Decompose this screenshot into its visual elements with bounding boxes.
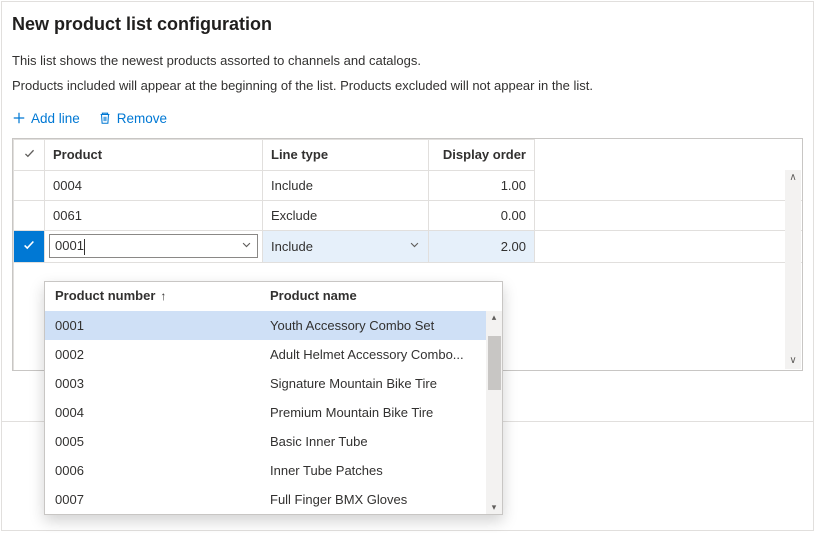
product-input-value: 0001 (55, 238, 241, 255)
scroll-up-arrow-icon[interactable]: ▴ (492, 313, 497, 322)
table-row[interactable]: 0004 Include 1.00 (14, 170, 803, 200)
product-lookup-input[interactable]: 0001 (49, 234, 258, 258)
dropdown-col-number-label: Product number (55, 288, 155, 303)
dropdown-item-name: Adult Helmet Accessory Combo... (270, 347, 492, 362)
dropdown-item-number: 0002 (55, 347, 270, 362)
row-spacer (535, 170, 803, 200)
page-title: New product list configuration (12, 14, 803, 35)
row-select-cell-checked[interactable] (14, 230, 45, 262)
product-cell[interactable]: 0004 (45, 170, 263, 200)
product-cell[interactable]: 0061 (45, 200, 263, 230)
dropdown-item[interactable]: 0003 Signature Mountain Bike Tire (45, 369, 502, 398)
add-line-label: Add line (31, 111, 80, 126)
chevron-down-icon[interactable] (409, 239, 420, 253)
dropdown-item-name: Youth Accessory Combo Set (270, 318, 492, 333)
description-line-2: Products included will appear at the beg… (12, 78, 803, 93)
dropdown-item-name: Full Finger BMX Gloves (270, 492, 492, 507)
line-type-cell[interactable]: Exclude (263, 200, 429, 230)
dropdown-item-name: Signature Mountain Bike Tire (270, 376, 492, 391)
dropdown-item-number: 0004 (55, 405, 270, 420)
row-spacer (535, 230, 803, 262)
plus-icon (12, 111, 26, 125)
dropdown-scrollbar[interactable]: ▴ ▾ (486, 311, 502, 514)
dropdown-item[interactable]: 0002 Adult Helmet Accessory Combo... (45, 340, 502, 369)
table-row-selected[interactable]: 0001 Include (14, 230, 803, 262)
dropdown-item-name: Basic Inner Tube (270, 434, 492, 449)
row-spacer (535, 200, 803, 230)
product-cell-editing[interactable]: 0001 (45, 230, 263, 262)
grid-vertical-scrollbar[interactable]: ∧ ∨ (785, 170, 801, 370)
dropdown-item[interactable]: 0007 Full Finger BMX Gloves (45, 485, 502, 514)
dropdown-item-number: 0007 (55, 492, 270, 507)
dropdown-column-product-name[interactable]: Product name (270, 288, 492, 303)
display-order-cell[interactable]: 1.00 (429, 170, 535, 200)
checkmark-icon (23, 147, 36, 160)
add-line-button[interactable]: Add line (12, 111, 80, 126)
dropdown-item-number: 0001 (55, 318, 270, 333)
description-line-1: This list shows the newest products asso… (12, 53, 803, 70)
display-order-cell[interactable]: 0.00 (429, 200, 535, 230)
display-order-cell[interactable]: 2.00 (429, 230, 535, 262)
dropdown-item-name: Premium Mountain Bike Tire (270, 405, 492, 420)
column-header-product[interactable]: Product (45, 139, 263, 170)
dropdown-column-product-number[interactable]: Product number ↑ (55, 288, 270, 303)
remove-label: Remove (117, 111, 167, 126)
column-header-spacer (535, 139, 803, 170)
scroll-down-arrow-icon[interactable]: ▾ (492, 503, 497, 512)
sort-ascending-icon: ↑ (160, 289, 166, 303)
remove-button[interactable]: Remove (98, 111, 167, 126)
trash-icon (98, 111, 112, 125)
dropdown-item[interactable]: 0006 Inner Tube Patches (45, 456, 502, 485)
column-header-line-type[interactable]: Line type (263, 139, 429, 170)
text-caret (84, 239, 85, 255)
dropdown-header: Product number ↑ Product name (45, 282, 502, 311)
row-select-cell[interactable] (14, 170, 45, 200)
product-lookup-dropdown: Product number ↑ Product name 0001 Youth… (44, 281, 503, 515)
dropdown-item[interactable]: 0001 Youth Accessory Combo Set (45, 311, 502, 340)
checkmark-icon (22, 238, 36, 252)
scroll-down-arrow-icon[interactable]: ∨ (789, 356, 796, 366)
row-select-cell[interactable] (14, 200, 45, 230)
dropdown-list: 0001 Youth Accessory Combo Set 0002 Adul… (45, 311, 502, 514)
chevron-down-icon[interactable] (241, 239, 252, 253)
line-type-value: Include (271, 239, 313, 254)
scroll-up-arrow-icon[interactable]: ∧ (789, 173, 796, 183)
line-type-cell-select[interactable]: Include (263, 230, 429, 262)
dropdown-item[interactable]: 0005 Basic Inner Tube (45, 427, 502, 456)
dropdown-item-number: 0003 (55, 376, 270, 391)
dropdown-item-number: 0005 (55, 434, 270, 449)
dropdown-item-number: 0006 (55, 463, 270, 478)
toolbar: Add line Remove (12, 111, 803, 126)
grid-header-row: Product Line type Display order (14, 139, 803, 170)
product-list-config-panel: New product list configuration This list… (1, 1, 814, 531)
column-header-select[interactable] (14, 139, 45, 170)
column-header-display-order[interactable]: Display order (429, 139, 535, 170)
table-row[interactable]: 0061 Exclude 0.00 (14, 200, 803, 230)
scrollbar-thumb[interactable] (488, 336, 501, 390)
line-type-cell[interactable]: Include (263, 170, 429, 200)
dropdown-item[interactable]: 0004 Premium Mountain Bike Tire (45, 398, 502, 427)
dropdown-item-name: Inner Tube Patches (270, 463, 492, 478)
